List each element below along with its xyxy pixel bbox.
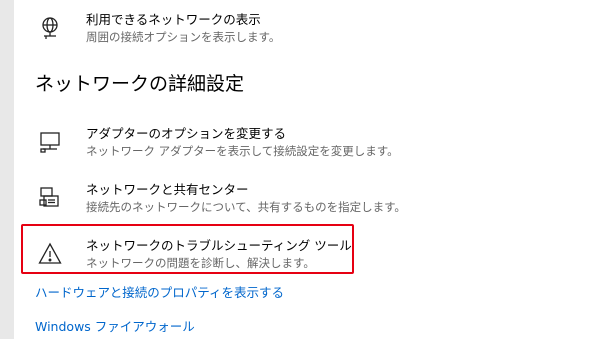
network-globe-icon (38, 16, 62, 40)
available-networks-title: 利用できるネットワークの表示 (86, 12, 261, 27)
change-adapter-title: アダプターのオプションを変更する (86, 126, 287, 141)
adapter-monitor-icon (38, 130, 62, 154)
sharing-center-icon (38, 186, 62, 210)
troubleshooter-description: ネットワークの問題を診断し、解決します。 (86, 256, 315, 270)
settings-content: 利用できるネットワークの表示 周囲の接続オプションを表示します。 ネットワークの… (14, 0, 600, 339)
network-sharing-center[interactable]: ネットワークと共有センター 接続先のネットワークについて、共有するものを指定しま… (32, 182, 406, 226)
available-networks-description: 周囲の接続オプションを表示します。 (86, 30, 281, 44)
sharing-center-description: 接続先のネットワークについて、共有するものを指定します。 (86, 200, 406, 214)
windows-firewall-link[interactable]: Windows ファイアウォール (35, 319, 195, 335)
change-adapter-description: ネットワーク アダプターを表示して接続設定を変更します。 (86, 144, 399, 158)
left-sidebar-strip (0, 0, 14, 339)
sharing-center-title: ネットワークと共有センター (86, 182, 249, 197)
available-networks-option[interactable]: 利用できるネットワークの表示 周囲の接続オプションを表示します。 (32, 12, 362, 56)
network-troubleshooter[interactable]: ネットワークのトラブルシューティング ツール ネットワークの問題を診断し、解決し… (32, 238, 362, 282)
hardware-properties-link[interactable]: ハードウェアと接続のプロパティを表示する (35, 285, 284, 301)
warning-triangle-icon (38, 242, 62, 266)
advanced-network-settings-heading: ネットワークの詳細設定 (35, 73, 245, 95)
change-adapter-options[interactable]: アダプターのオプションを変更する ネットワーク アダプターを表示して接続設定を変… (32, 126, 399, 170)
troubleshooter-title: ネットワークのトラブルシューティング ツール (86, 238, 352, 253)
